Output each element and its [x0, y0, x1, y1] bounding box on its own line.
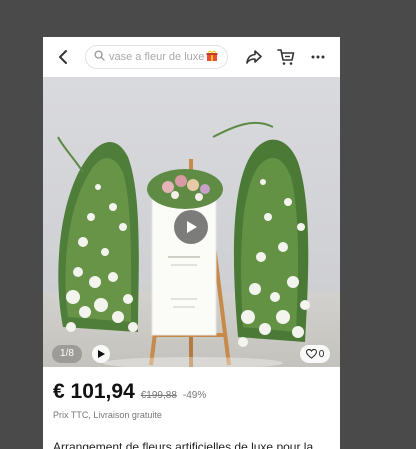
current-price: € 101,94 [53, 380, 135, 403]
original-price: €199,88 [140, 390, 177, 401]
cart-icon [277, 49, 295, 65]
search-bar[interactable]: vase a fleur de luxe [85, 45, 228, 69]
gift-icon [206, 50, 218, 65]
video-play-button[interactable] [174, 210, 208, 244]
share-button[interactable] [244, 47, 264, 67]
tax-shipping-info: Prix TTC, Livraison gratuite [53, 410, 162, 420]
image-counter: 1/8 [52, 345, 82, 363]
price-row: € 101,94 €199,88 -49% [53, 380, 206, 404]
back-button[interactable] [53, 47, 73, 67]
video-thumb-button[interactable] [92, 345, 110, 363]
share-icon [246, 50, 262, 64]
product-image[interactable]: 1/8 0 [43, 77, 340, 367]
search-placeholder: vase a fleur de luxe [109, 51, 205, 63]
top-bar: vase a fleur de luxe [43, 37, 340, 77]
play-icon [98, 350, 105, 358]
product-title[interactable]: Arrangement de fleurs artificielles de l… [53, 440, 338, 449]
heart-icon [305, 349, 317, 359]
favorite-button[interactable]: 0 [300, 345, 330, 363]
product-page: vase a fleur de luxe 1/8 0 € 101,94 €199… [43, 37, 340, 449]
back-arrow-icon [59, 50, 67, 64]
cart-button[interactable] [276, 47, 296, 67]
likes-count: 0 [318, 348, 325, 360]
more-icon [311, 55, 325, 59]
play-icon [187, 221, 197, 233]
search-icon [94, 50, 105, 64]
more-button[interactable] [308, 47, 328, 67]
discount-badge: -49% [182, 390, 207, 401]
